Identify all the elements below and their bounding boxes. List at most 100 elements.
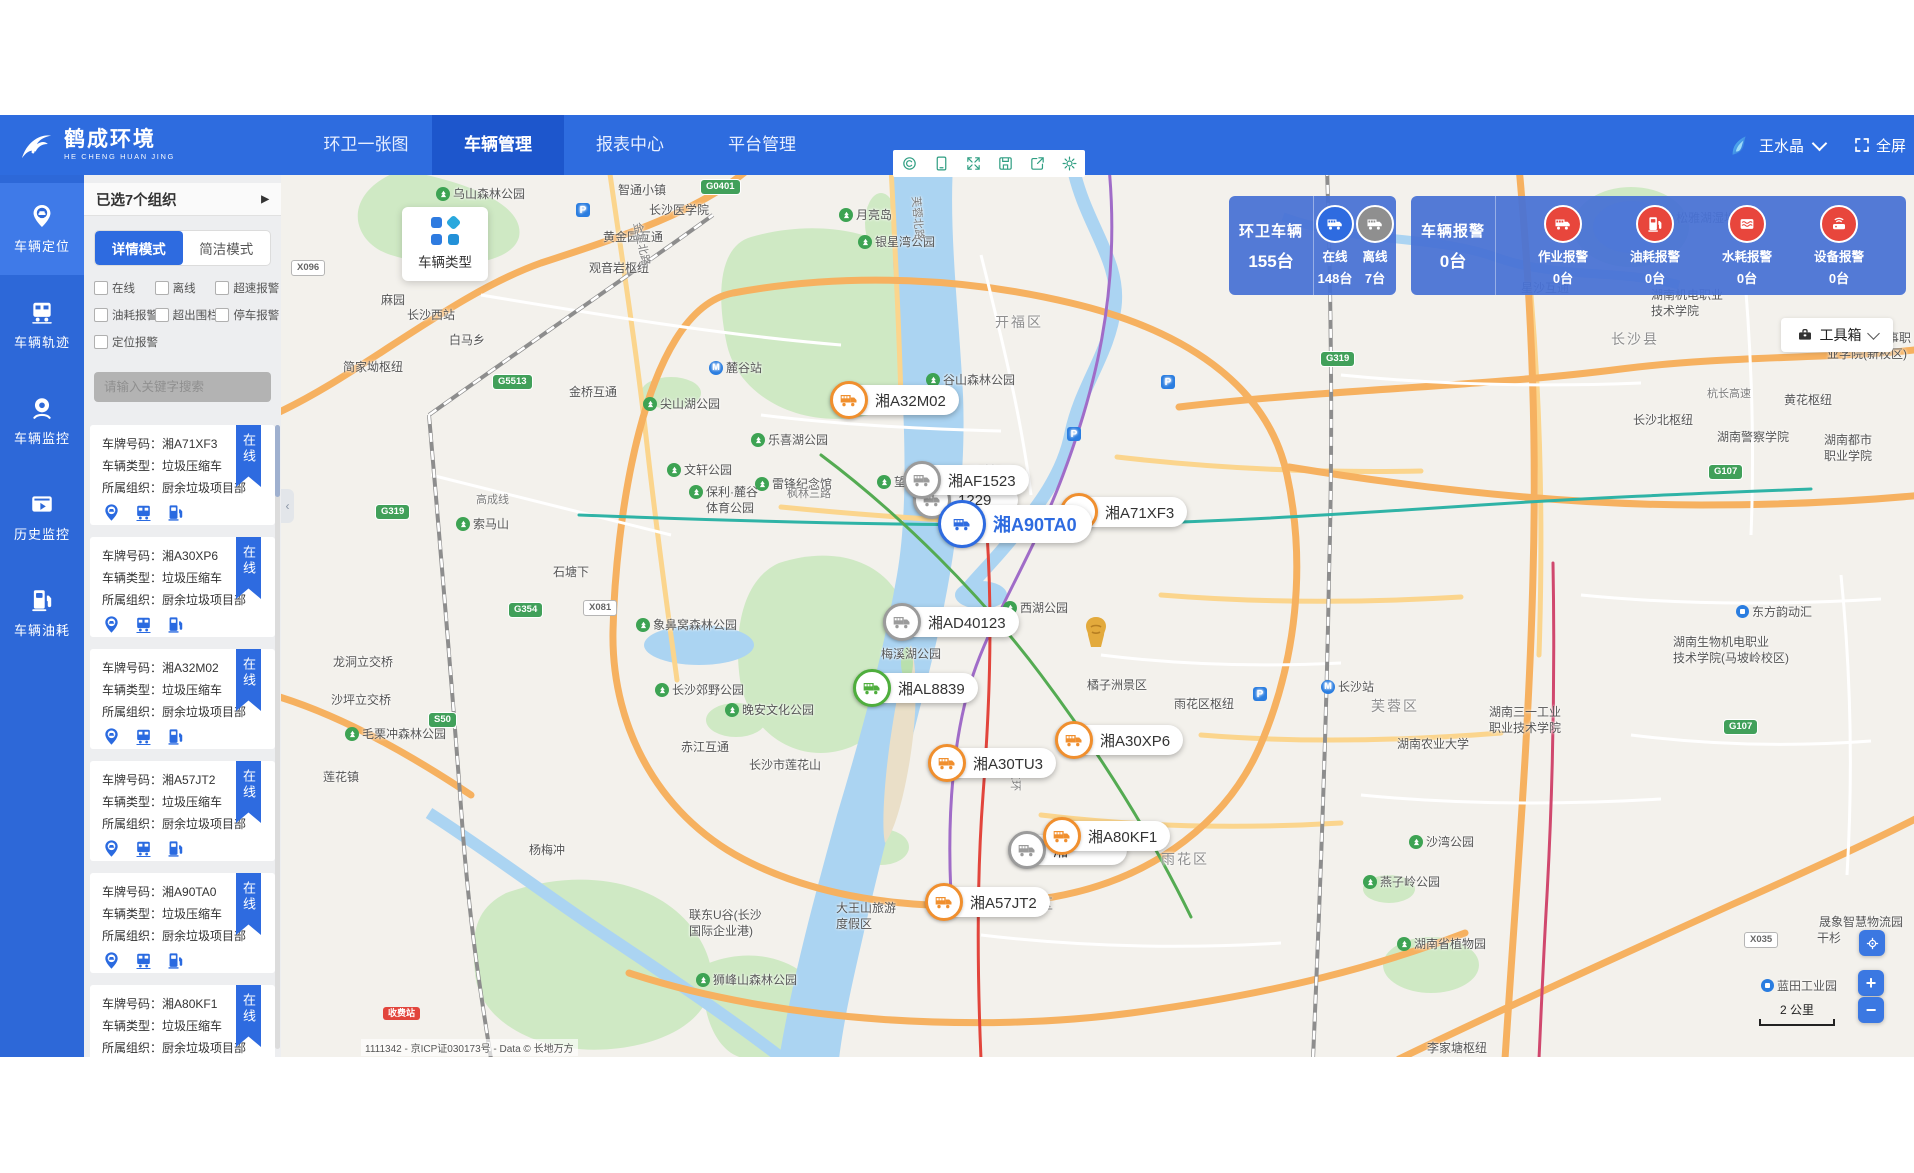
- fuel-icon[interactable]: [166, 951, 185, 970]
- panel-collapse-handle[interactable]: ‹: [281, 489, 294, 523]
- nav-tab[interactable]: 报表中心: [564, 115, 696, 175]
- avatar[interactable]: [1725, 132, 1751, 158]
- vehicle-marker[interactable]: 湘A30TU3: [929, 748, 1056, 778]
- map-label: 湖南省植物园: [1397, 937, 1486, 953]
- save-icon[interactable]: [997, 155, 1014, 172]
- filter-checkbox[interactable]: 定位报警: [94, 334, 155, 350]
- checkbox-icon[interactable]: [215, 308, 229, 322]
- vehicle-track-icon[interactable]: [134, 951, 153, 970]
- filter-checkbox[interactable]: 油耗报警: [94, 307, 155, 323]
- vehicle-card[interactable]: 车牌号码：湘A57JT2 车辆类型：垃圾压缩车 所属组织：厨余垃圾项目部 在线: [90, 761, 275, 861]
- map-label-text: 雨花区枢纽: [1174, 697, 1234, 713]
- vehicle-track-icon[interactable]: [134, 727, 153, 746]
- panel-scrollbar[interactable]: [275, 425, 280, 1049]
- locate-vehicle-icon[interactable]: [102, 615, 121, 634]
- checkbox-icon[interactable]: [94, 281, 108, 295]
- checkbox-icon[interactable]: [94, 308, 108, 322]
- park-icon: [696, 973, 710, 987]
- map-canvas[interactable]: 智通小镇 乌山森林公园 长沙医学院: [281, 175, 1914, 1057]
- filter-checkbox[interactable]: 离线: [155, 280, 216, 296]
- filter-checkbox[interactable]: 在线: [94, 280, 155, 296]
- map-label: 狮峰山森林公园: [696, 973, 797, 989]
- sidebar-item[interactable]: 车辆油耗: [0, 567, 84, 659]
- user-name[interactable]: 王水晶: [1759, 135, 1804, 156]
- locate-vehicle-icon[interactable]: [102, 951, 121, 970]
- map-label-text: 李家塘枢纽: [1427, 1041, 1487, 1057]
- mode-tab[interactable]: 详情模式: [95, 231, 183, 265]
- toolbox-button[interactable]: 工具箱: [1781, 318, 1893, 352]
- vehicle-marker[interactable]: 湘AF1523: [904, 465, 1029, 495]
- alarm-title: 车辆报警: [1421, 220, 1485, 241]
- vehicle-marker[interactable]: 湘A57JT2: [926, 887, 1050, 917]
- user-menu-chevron-icon[interactable]: [1812, 135, 1828, 151]
- stat-label: 设备报警: [1814, 246, 1864, 265]
- fuel-icon[interactable]: [166, 839, 185, 858]
- locate-vehicle-icon[interactable]: [102, 727, 121, 746]
- park-icon: [755, 477, 769, 491]
- fullscreen-button[interactable]: 全屏: [1853, 135, 1906, 156]
- vehicle-type-button[interactable]: 车辆类型: [402, 207, 488, 281]
- checkbox-icon[interactable]: [155, 281, 169, 295]
- scale-label: 2 公里: [1780, 1003, 1814, 1017]
- mode-tab[interactable]: 简洁模式: [183, 231, 271, 265]
- org-label: 所属组织：: [102, 1041, 162, 1055]
- locate-button[interactable]: [1859, 930, 1885, 956]
- vehicle-track-icon[interactable]: [134, 839, 153, 858]
- vehicle-track-icon[interactable]: [134, 615, 153, 634]
- device-icon[interactable]: [933, 155, 950, 172]
- device-alarm-icon: [1830, 215, 1848, 233]
- sidebar-item[interactable]: 车辆监控: [0, 375, 84, 467]
- vehicle-marker[interactable]: 湘AD40123: [884, 607, 1019, 637]
- nav-tab[interactable]: 环卫一张图: [300, 115, 432, 175]
- checkbox-icon[interactable]: [94, 335, 108, 349]
- org-selector[interactable]: 已选7个组织 ▶: [84, 183, 281, 216]
- vehicle-marker[interactable]: 湘A32M02: [831, 385, 959, 415]
- vehicle-card[interactable]: 车牌号码：湘A90TA0 车辆类型：垃圾压缩车 所属组织：厨余垃圾项目部 在线: [90, 873, 275, 973]
- map-label-text: 赤江互通: [681, 740, 729, 756]
- status-badge: 在线: [236, 873, 261, 935]
- vehicle-marker[interactable]: 湘AL8839: [854, 673, 978, 703]
- sidebar-item[interactable]: 车辆轨迹: [0, 279, 84, 371]
- scrollbar-thumb[interactable]: [275, 425, 280, 497]
- nav-tab[interactable]: 平台管理: [696, 115, 828, 175]
- sidebar-item[interactable]: 历史监控: [0, 471, 84, 563]
- vehicle-card[interactable]: 车牌号码：湘A30XP6 车辆类型：垃圾压缩车 所属组织：厨余垃圾项目部 在线: [90, 537, 275, 637]
- filter-checkbox[interactable]: 超速报警: [215, 280, 276, 296]
- vehicle-card[interactable]: 车牌号码：湘A32M02 车辆类型：垃圾压缩车 所属组织：厨余垃圾项目部 在线: [90, 649, 275, 749]
- sidebar-item[interactable]: 车辆定位: [0, 183, 84, 275]
- zoom-out-button[interactable]: −: [1858, 997, 1884, 1023]
- vehicle-marker[interactable]: 湘A30XP6: [1056, 725, 1183, 755]
- filter-checkbox[interactable]: 超出围栏: [155, 307, 216, 323]
- filter-checkbox[interactable]: 停车报警: [215, 307, 276, 323]
- alarm-stat: 油耗报警 0台: [1630, 205, 1680, 287]
- expand-right-icon[interactable]: ▶: [261, 194, 269, 205]
- keyword-search[interactable]: [94, 372, 271, 402]
- road-shield: G107: [1709, 465, 1742, 479]
- zoom-reset-icon[interactable]: [901, 155, 918, 172]
- nav-tab[interactable]: 车辆管理: [432, 115, 564, 175]
- vehicle-card[interactable]: 车牌号码：湘A71XF3 车辆类型：垃圾压缩车 所属组织：厨余垃圾项目部 在线: [90, 425, 275, 525]
- checkbox-icon[interactable]: [215, 281, 229, 295]
- fuel-icon[interactable]: [166, 503, 185, 522]
- fuel-icon[interactable]: [166, 727, 185, 746]
- vehicle-track-icon[interactable]: [134, 503, 153, 522]
- export-icon[interactable]: [1029, 155, 1046, 172]
- settings-gear-icon[interactable]: [1061, 155, 1078, 172]
- zoom-in-button[interactable]: +: [1858, 970, 1884, 996]
- fuel-icon[interactable]: [166, 615, 185, 634]
- vehicle-card[interactable]: 车牌号码：湘A80KF1 车辆类型：垃圾压缩车 所属组织：厨余垃圾项目部 在线: [90, 985, 275, 1057]
- locate-vehicle-icon[interactable]: [102, 503, 121, 522]
- fit-view-icon[interactable]: [965, 155, 982, 172]
- locate-vehicle-icon[interactable]: [102, 839, 121, 858]
- checkbox-icon[interactable]: [155, 308, 169, 322]
- map-label: 长沙郊野公园: [655, 683, 744, 699]
- type-label: 车辆类型：: [102, 1019, 162, 1033]
- vehicle-marker[interactable]: 湘A80KF1: [1044, 821, 1170, 851]
- map-label-text: 长沙站: [1338, 680, 1374, 696]
- map-label-text: 长沙市莲花山: [749, 758, 821, 774]
- search-input[interactable]: [102, 379, 267, 395]
- fleet-stat: 在线 148台: [1316, 205, 1354, 287]
- status-badge: 在线: [236, 761, 261, 823]
- vehicle-marker[interactable]: 湘A90TA0: [939, 505, 1092, 543]
- map-label-text: 月亮岛: [856, 208, 892, 224]
